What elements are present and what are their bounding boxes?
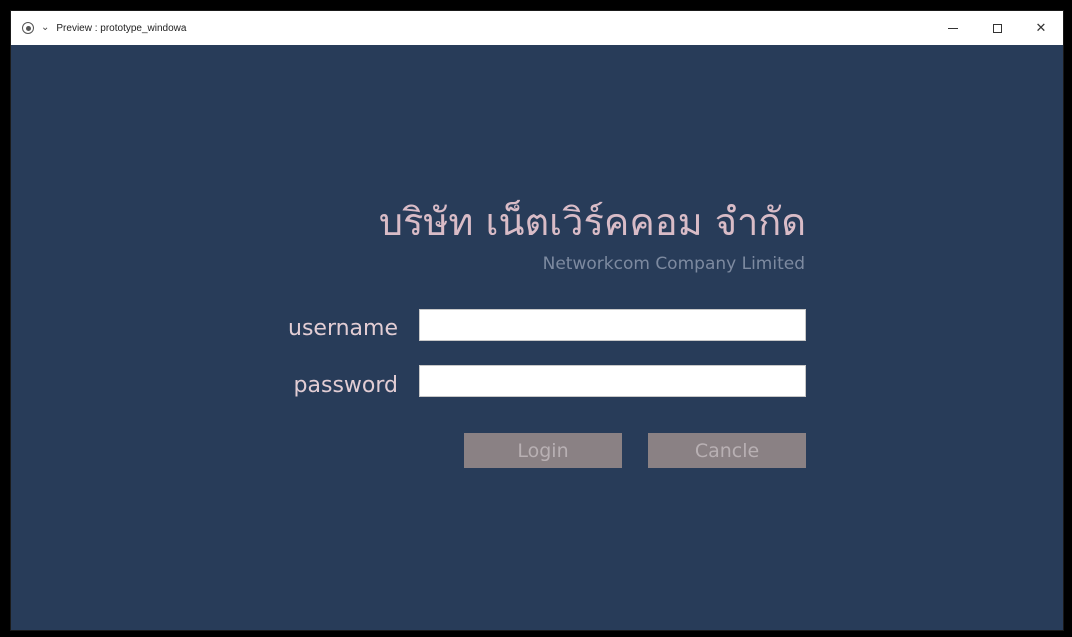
cancel-button[interactable]: Cancle — [648, 433, 806, 468]
login-panel: บริษัท เน็ตเวิร์คคอม จำกัด Networkcom Co… — [11, 45, 1063, 630]
close-icon: ✕ — [1035, 20, 1047, 36]
chevron-down-icon[interactable]: ⌄ — [41, 23, 49, 33]
username-input[interactable] — [419, 309, 806, 341]
maximize-button[interactable] — [975, 11, 1019, 45]
company-name-english: Networkcom Company Limited — [542, 254, 805, 274]
close-button[interactable]: ✕ — [1019, 11, 1063, 45]
window-title: Preview : prototype_windowa — [56, 22, 187, 34]
record-icon[interactable] — [22, 22, 34, 34]
app-window: ⌄ Preview : prototype_windowa ✕ บริษัท เ… — [10, 10, 1064, 631]
password-label: password — [293, 373, 398, 398]
company-name-thai: บริษัท เน็ตเวิร์คคอม จำกัด — [378, 200, 806, 244]
minimize-button[interactable] — [931, 11, 975, 45]
window-controls: ✕ — [931, 11, 1063, 45]
password-input[interactable] — [419, 365, 806, 397]
login-button[interactable]: Login — [464, 433, 622, 468]
maximize-icon — [992, 23, 1002, 33]
minimize-icon — [948, 27, 958, 29]
username-label: username — [288, 316, 398, 341]
title-bar[interactable]: ⌄ Preview : prototype_windowa ✕ — [11, 11, 1063, 45]
